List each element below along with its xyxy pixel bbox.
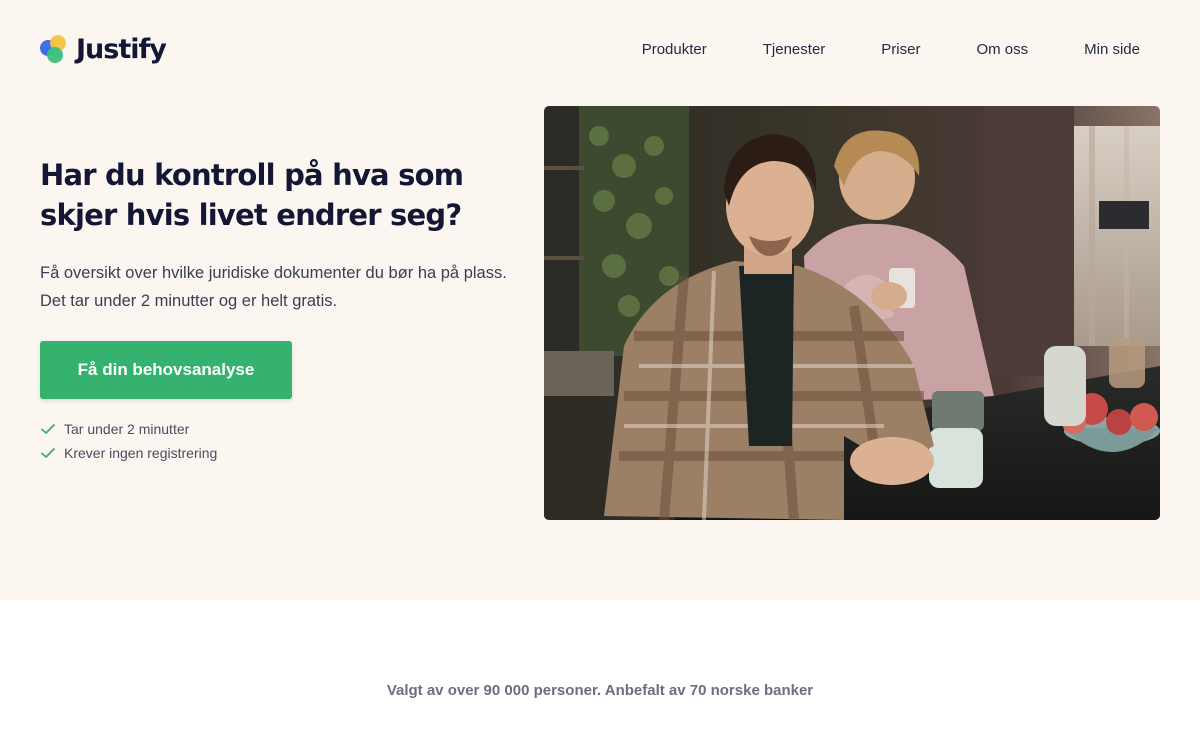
nav-item-priser[interactable]: Priser — [881, 41, 920, 58]
hero-headline: Har du kontroll på hva som skjer hvis li… — [40, 158, 464, 232]
nav-item-om-oss[interactable]: Om oss — [976, 41, 1028, 58]
main-menu: Produkter Tjenester Priser Om oss Min si… — [586, 41, 1140, 58]
benefit-item: Krever ingen registrering — [40, 441, 510, 465]
brand-name: Justify — [76, 34, 167, 65]
nav-item-tjenester[interactable]: Tjenester — [763, 41, 826, 58]
check-icon — [41, 448, 55, 458]
hero-photo — [544, 106, 1160, 520]
hero-section: Justify Produkter Tjenester Priser Om os… — [0, 0, 1200, 600]
brand-logo[interactable]: Justify — [40, 34, 167, 65]
top-navigation: Justify Produkter Tjenester Priser Om os… — [0, 0, 1200, 100]
benefit-list: Tar under 2 minutter Krever ingen regist… — [40, 417, 510, 465]
benefit-item: Tar under 2 minutter — [40, 417, 510, 441]
needs-analysis-button[interactable]: Få din behovsanalyse — [40, 341, 292, 399]
check-icon — [41, 424, 55, 434]
trust-statement: Valgt av over 90 000 personer. Anbefalt … — [386, 682, 814, 699]
benefit-label: Krever ingen registrering — [64, 445, 218, 461]
benefit-label: Tar under 2 minutter — [64, 421, 190, 437]
hero-copy: Har du kontroll på hva som skjer hvis li… — [40, 155, 510, 465]
nav-item-min-side[interactable]: Min side — [1084, 41, 1140, 58]
hero-lead: Få oversikt over hvilke juridiske dokume… — [40, 264, 507, 310]
couple-photo-illustration — [544, 106, 1160, 520]
nav-item-produkter[interactable]: Produkter — [642, 41, 707, 58]
logo-mark-icon — [40, 34, 70, 65]
